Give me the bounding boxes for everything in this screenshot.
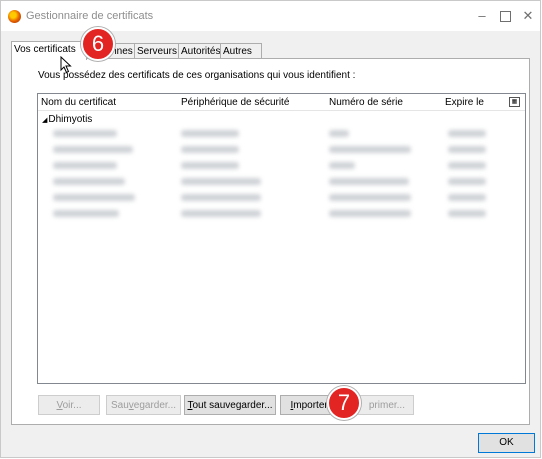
redacted-device xyxy=(181,194,261,201)
redacted-serial xyxy=(329,178,409,185)
redacted-expiry xyxy=(448,130,486,137)
firefox-icon xyxy=(8,10,21,23)
column-header-expires[interactable]: Expire le xyxy=(445,97,484,108)
panel-description: Vous possédez des certificats de ces org… xyxy=(38,70,356,81)
redacted-name xyxy=(53,194,135,201)
redacted-device xyxy=(181,162,239,169)
tree-header: Nom du certificat Périphérique de sécuri… xyxy=(38,94,525,111)
column-header-serial[interactable]: Numéro de série xyxy=(329,97,403,108)
redacted-serial xyxy=(329,146,411,153)
redacted-serial xyxy=(329,210,411,217)
column-picker-icon[interactable]: ▦ xyxy=(509,97,520,107)
redacted-expiry xyxy=(448,194,486,201)
redacted-device xyxy=(181,130,239,137)
tab-vos-certificats[interactable]: Vos certificats xyxy=(11,41,87,60)
certificate-tree[interactable]: Nom du certificat Périphérique de sécuri… xyxy=(37,93,526,384)
group-label: Dhimyotis xyxy=(48,114,93,125)
tree-group-row[interactable]: ◢Dhimyotis xyxy=(42,114,92,125)
close-button[interactable]: ✕ xyxy=(513,6,542,26)
step-badge-6: 6 xyxy=(81,27,115,61)
tab-panel: Vous possédez des certificats de ces org… xyxy=(11,58,530,425)
redacted-serial xyxy=(329,194,411,201)
redacted-device xyxy=(181,210,261,217)
redacted-name xyxy=(53,178,125,185)
window-title: Gestionnaire de certificats xyxy=(26,10,154,22)
mouse-cursor-icon xyxy=(60,56,72,74)
redacted-name xyxy=(53,162,117,169)
title-bar: Gestionnaire de certificats – ✕ xyxy=(1,1,540,31)
view-button[interactable]: Voir... xyxy=(38,395,100,415)
ok-button[interactable]: OK xyxy=(478,433,535,453)
redacted-name xyxy=(53,130,117,137)
expander-icon[interactable]: ◢ xyxy=(42,117,47,124)
tab-autres[interactable]: Autres xyxy=(220,43,262,59)
redacted-expiry xyxy=(448,146,486,153)
redacted-expiry xyxy=(448,178,486,185)
backup-all-button[interactable]: Tout sauvegarder... xyxy=(184,395,276,415)
redacted-device xyxy=(181,178,261,185)
column-header-name[interactable]: Nom du certificat xyxy=(41,97,116,108)
column-header-device[interactable]: Périphérique de sécurité xyxy=(181,97,289,108)
certificate-manager-window: Gestionnaire de certificats – ✕ Personne… xyxy=(0,0,541,458)
redacted-name xyxy=(53,146,133,153)
step-badge-7: 7 xyxy=(327,386,361,420)
redacted-name xyxy=(53,210,119,217)
backup-button[interactable]: Sauvegarder... xyxy=(106,395,181,415)
maximize-icon xyxy=(499,11,511,22)
redacted-serial xyxy=(329,130,349,137)
redacted-expiry xyxy=(448,210,486,217)
redacted-expiry xyxy=(448,162,486,169)
redacted-device xyxy=(181,146,239,153)
redacted-serial xyxy=(329,162,355,169)
